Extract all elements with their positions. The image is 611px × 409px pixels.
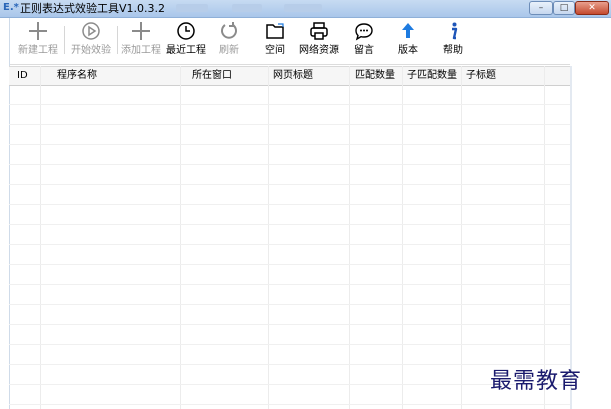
play-circle-icon: [67, 20, 115, 44]
table-row-line: [9, 284, 570, 285]
column-header-page-title[interactable]: 网页标题: [273, 67, 313, 85]
toolbar-label: 网络资源: [299, 45, 339, 56]
column-divider: [402, 66, 403, 409]
start-validation-button[interactable]: 开始效验: [67, 20, 115, 62]
table-row-line: [9, 264, 570, 265]
table-row-line: [9, 124, 570, 125]
add-project-button[interactable]: 添加工程: [119, 20, 163, 62]
maximize-button[interactable]: □: [553, 1, 575, 15]
toolbar: 新建工程 开始效验 添加工程 最近工程 刷新 空间 网络资源 留言 版本 帮助: [0, 18, 611, 65]
arrow-up-icon: [395, 20, 421, 44]
table-row-line: [9, 324, 570, 325]
table-row-line: [9, 244, 570, 245]
printer-icon: [297, 20, 341, 44]
app-logo-icon: E.*: [3, 2, 19, 13]
close-button[interactable]: ✕: [575, 1, 609, 15]
column-divider: [461, 66, 462, 409]
window-right-area: [570, 18, 611, 409]
minimize-icon: –: [538, 3, 544, 13]
close-icon: ✕: [588, 3, 596, 13]
column-divider: [349, 66, 350, 409]
window-title: 正则表达式效验工具V1.0.3.2: [20, 2, 166, 15]
table-row-line: [9, 364, 570, 365]
table-row-line: [9, 184, 570, 185]
maximize-icon: □: [559, 3, 569, 13]
space-button[interactable]: 空间: [260, 20, 290, 62]
minimize-button[interactable]: –: [529, 1, 553, 15]
toolbar-separator: [64, 26, 65, 54]
toolbar-label: 新建工程: [18, 45, 58, 56]
toolbar-label: 帮助: [443, 45, 463, 56]
table-header: ID 程序名称 所在窗口 网页标题 匹配数量 子匹配数量 子标题: [9, 66, 570, 86]
folder-icon: [260, 20, 290, 44]
refresh-button[interactable]: 刷新: [214, 20, 244, 62]
refresh-icon: [214, 20, 244, 44]
clock-icon: [164, 20, 208, 44]
watermark: 最需教育: [490, 369, 583, 394]
toolbar-label: 开始效验: [71, 45, 111, 56]
table-row-line: [9, 404, 570, 405]
toolbar-label: 留言: [354, 45, 374, 56]
toolbar-label: 添加工程: [121, 45, 161, 56]
help-button[interactable]: 帮助: [440, 20, 466, 62]
column-divider: [544, 66, 545, 409]
blurred-text: [284, 4, 322, 12]
app-window: E.* 正则表达式效验工具V1.0.3.2 – □ ✕ 新建工程 开始效验 添加…: [0, 0, 611, 409]
plus-icon: [14, 20, 62, 44]
recent-projects-button[interactable]: 最近工程: [164, 20, 208, 62]
toolbar-label: 版本: [398, 45, 418, 56]
column-header-submatch-count[interactable]: 子匹配数量: [407, 67, 457, 85]
table-row-line: [9, 384, 570, 385]
toolbar-label: 空间: [265, 45, 285, 56]
blurred-text: [176, 4, 208, 12]
column-header-match-count[interactable]: 匹配数量: [355, 67, 395, 85]
toolbar-separator: [117, 26, 118, 54]
chat-bubble-icon: [350, 20, 378, 44]
table-row-line: [9, 204, 570, 205]
table-row-line: [9, 344, 570, 345]
column-divider: [268, 66, 269, 409]
column-divider: [40, 66, 41, 409]
info-icon: [440, 20, 466, 44]
column-header-window[interactable]: 所在窗口: [192, 67, 232, 85]
new-project-button[interactable]: 新建工程: [14, 20, 62, 62]
column-header-program[interactable]: 程序名称: [57, 67, 97, 85]
table-body[interactable]: [9, 85, 570, 409]
message-button[interactable]: 留言: [350, 20, 378, 62]
plus-icon: [119, 20, 163, 44]
column-header-id[interactable]: ID: [17, 67, 28, 85]
table-row-line: [9, 144, 570, 145]
column-header-subtitle[interactable]: 子标题: [466, 67, 496, 85]
toolbar-label: 刷新: [219, 45, 239, 56]
table-row-line: [9, 104, 570, 105]
title-bar[interactable]: E.* 正则表达式效验工具V1.0.3.2 – □ ✕: [0, 0, 611, 18]
table-row-line: [9, 304, 570, 305]
toolbar-label: 最近工程: [166, 45, 206, 56]
table-row-line: [9, 164, 570, 165]
version-button[interactable]: 版本: [395, 20, 421, 62]
network-resources-button[interactable]: 网络资源: [297, 20, 341, 62]
window-right-frame: [570, 66, 572, 409]
blurred-text: [232, 4, 262, 12]
column-divider: [180, 66, 181, 409]
table-row-line: [9, 224, 570, 225]
